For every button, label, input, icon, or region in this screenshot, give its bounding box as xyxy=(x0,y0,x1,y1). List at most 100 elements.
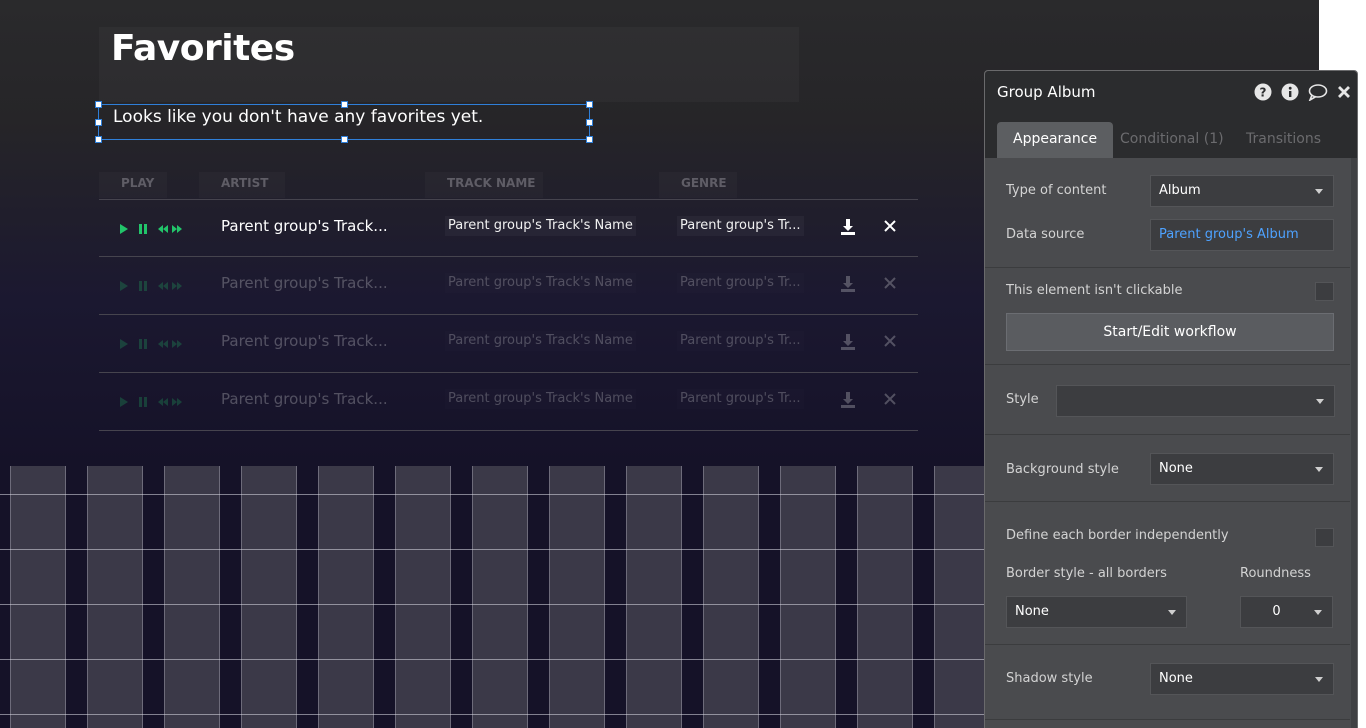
fast-forward-icon[interactable] xyxy=(171,223,183,235)
download-icon[interactable] xyxy=(839,333,857,351)
download-icon[interactable] xyxy=(839,391,857,409)
genre-cell: Parent group's Tr... xyxy=(677,216,804,236)
play-controls xyxy=(119,394,183,410)
shadow-style-dropdown[interactable]: None xyxy=(1150,663,1334,695)
style-dropdown[interactable] xyxy=(1056,385,1335,417)
rewind-icon[interactable] xyxy=(157,338,169,350)
download-icon[interactable] xyxy=(839,275,857,293)
chevron-down-icon xyxy=(1315,189,1323,194)
genre-cell: Parent group's Tr... xyxy=(677,273,804,293)
background-section: Background style None xyxy=(985,435,1350,502)
play-icon[interactable] xyxy=(119,396,129,408)
header-track-name: TRACK NAME xyxy=(425,172,543,198)
grid-column xyxy=(472,466,528,728)
track-name-cell: Parent group's Track's Name xyxy=(445,216,636,236)
data-source-field[interactable]: Parent group's Album xyxy=(1150,219,1334,251)
background-style-dropdown[interactable]: None xyxy=(1150,453,1334,485)
click-section: This element isn't clickable Start/Edit … xyxy=(985,268,1350,365)
border-style-value: None xyxy=(1015,604,1049,619)
table-row[interactable]: Parent group's Track... Parent group's T… xyxy=(99,199,918,257)
table-row[interactable]: Parent group's Track... Parent group's T… xyxy=(99,315,918,373)
table-row[interactable]: Parent group's Track... Parent group's T… xyxy=(99,257,918,315)
resize-handle-ml[interactable] xyxy=(95,119,102,126)
grid-column xyxy=(703,466,759,728)
panel-title: Group Album xyxy=(997,83,1096,101)
border-style-dropdown[interactable]: None xyxy=(1006,596,1187,628)
play-icon[interactable] xyxy=(119,280,129,292)
artist-cell: Parent group's Track... xyxy=(221,274,388,292)
panel-scrollbar[interactable] xyxy=(1351,158,1357,728)
resize-handle-tr[interactable] xyxy=(586,101,593,108)
grid-row-line xyxy=(0,494,984,495)
resize-handle-tm[interactable] xyxy=(341,101,348,108)
grid-column xyxy=(857,466,913,728)
panel-tabs: Appearance Conditional (1) Transitions xyxy=(985,113,1357,158)
close-icon[interactable] xyxy=(883,219,897,233)
resize-handle-bm[interactable] xyxy=(341,136,348,143)
rewind-icon[interactable] xyxy=(157,223,169,235)
panel-header-icons: ? xyxy=(1254,83,1351,101)
resize-handle-bl[interactable] xyxy=(95,136,102,143)
empty-message-text: Looks like you don't have any favorites … xyxy=(113,107,484,127)
download-icon[interactable] xyxy=(839,218,857,236)
fast-forward-icon[interactable] xyxy=(171,280,183,292)
page-title[interactable]: Favorites xyxy=(111,28,295,69)
play-controls xyxy=(119,221,183,237)
empty-message-selection[interactable]: Looks like you don't have any favorites … xyxy=(95,101,593,143)
shadow-style-value: None xyxy=(1159,671,1193,686)
fast-forward-icon[interactable] xyxy=(171,396,183,408)
roundness-label: Roundness xyxy=(1240,566,1311,581)
panel-header[interactable]: Group Album ? xyxy=(985,71,1357,113)
resize-handle-br[interactable] xyxy=(586,136,593,143)
grid-column xyxy=(10,466,66,728)
type-of-content-dropdown[interactable]: Album xyxy=(1150,175,1334,207)
pause-icon[interactable] xyxy=(137,338,149,350)
info-icon[interactable] xyxy=(1281,83,1299,101)
play-controls xyxy=(119,278,183,294)
resize-handle-tl[interactable] xyxy=(95,101,102,108)
tab-appearance[interactable]: Appearance xyxy=(997,122,1114,158)
pause-icon[interactable] xyxy=(137,396,149,408)
play-icon[interactable] xyxy=(119,223,129,235)
type-of-content-label: Type of content xyxy=(1006,183,1107,198)
chevron-down-icon xyxy=(1315,677,1323,682)
close-icon[interactable] xyxy=(883,334,897,348)
artist-cell: Parent group's Track... xyxy=(221,217,388,235)
svg-text:?: ? xyxy=(1260,86,1267,100)
rewind-icon[interactable] xyxy=(157,396,169,408)
grid-column xyxy=(241,466,297,728)
property-editor-panel[interactable]: Group Album ? Appearance Conditional (1)… xyxy=(984,70,1358,728)
data-source-value: Parent group's Album xyxy=(1159,227,1299,242)
close-icon[interactable] xyxy=(1337,85,1351,99)
table-header: PLAY ARTIST TRACK NAME GENRE xyxy=(99,172,918,202)
grid-column xyxy=(87,466,143,728)
close-icon[interactable] xyxy=(883,392,897,406)
chevron-down-icon xyxy=(1315,467,1323,472)
define-borders-checkbox[interactable] xyxy=(1315,528,1334,547)
rewind-icon[interactable] xyxy=(157,280,169,292)
pause-icon[interactable] xyxy=(137,280,149,292)
play-icon[interactable] xyxy=(119,338,129,350)
comment-icon[interactable] xyxy=(1308,83,1328,101)
close-icon[interactable] xyxy=(883,276,897,290)
tab-conditional[interactable]: Conditional (1) xyxy=(1120,122,1224,158)
roundness-input[interactable]: 0 xyxy=(1240,596,1333,628)
resize-handle-mr[interactable] xyxy=(586,119,593,126)
background-style-label: Background style xyxy=(1006,462,1119,477)
type-of-content-value: Album xyxy=(1159,183,1201,198)
grid-column xyxy=(934,466,984,728)
not-clickable-checkbox[interactable] xyxy=(1315,282,1334,301)
help-icon[interactable]: ? xyxy=(1254,83,1272,101)
artist-cell: Parent group's Track... xyxy=(221,390,388,408)
tab-transitions[interactable]: Transitions xyxy=(1246,122,1321,158)
pause-icon[interactable] xyxy=(137,223,149,235)
chevron-down-icon xyxy=(1314,610,1322,615)
fast-forward-icon[interactable] xyxy=(171,338,183,350)
grid-column xyxy=(549,466,605,728)
track-name-cell: Parent group's Track's Name xyxy=(445,331,636,351)
genre-cell: Parent group's Tr... xyxy=(677,389,804,409)
grid-row-line xyxy=(0,714,984,715)
table-row[interactable]: Parent group's Track... Parent group's T… xyxy=(99,373,918,431)
start-edit-workflow-button[interactable]: Start/Edit workflow xyxy=(1006,313,1334,351)
shadow-style-label: Shadow style xyxy=(1006,671,1093,686)
